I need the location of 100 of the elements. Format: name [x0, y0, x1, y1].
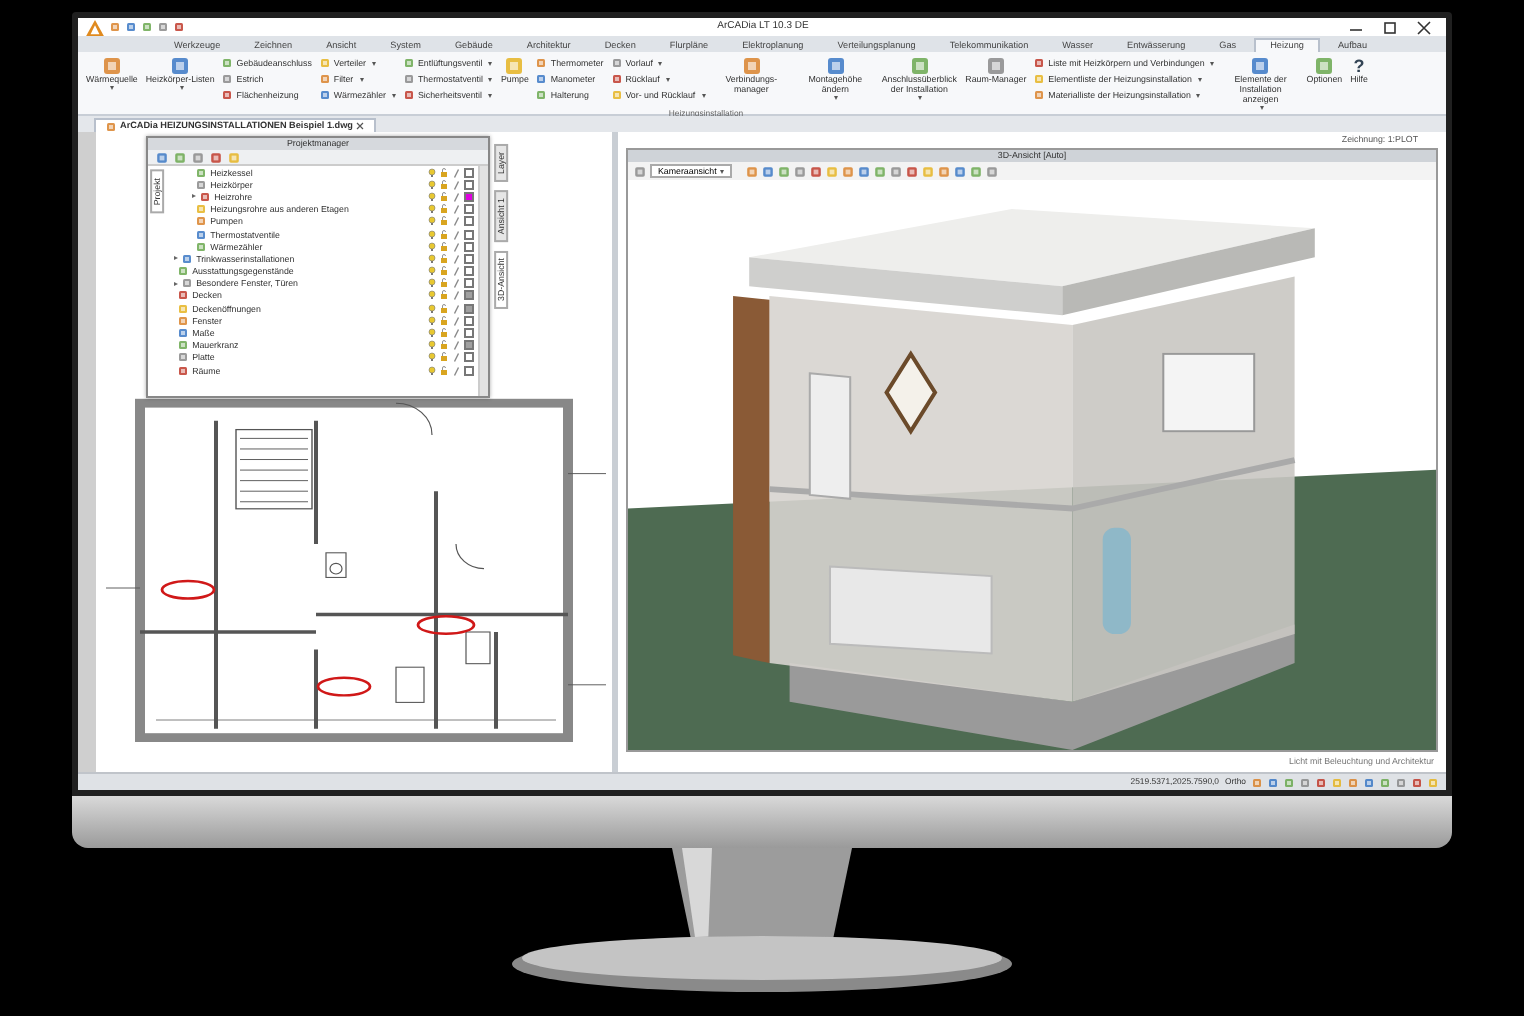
bulb-icon[interactable] — [428, 290, 436, 301]
color-swatch[interactable] — [464, 340, 474, 351]
color-swatch[interactable] — [464, 290, 474, 301]
bulb-icon[interactable] — [428, 229, 436, 240]
tool-icon — [222, 74, 233, 84]
tool-icon — [404, 90, 414, 100]
color-swatch[interactable] — [464, 241, 474, 252]
tool-icon[interactable] — [954, 165, 967, 177]
close-icon[interactable] — [356, 122, 365, 130]
quick-access-icon[interactable] — [142, 22, 152, 32]
color-swatch[interactable] — [464, 216, 474, 227]
status-icon[interactable] — [1316, 777, 1326, 787]
app-logo-icon[interactable] — [86, 19, 104, 35]
lock-icon[interactable] — [440, 352, 448, 363]
lock-icon[interactable] — [440, 340, 448, 351]
tool-icon[interactable] — [986, 165, 999, 177]
bulb-icon[interactable] — [428, 216, 436, 227]
bulb-icon[interactable] — [428, 315, 436, 326]
color-swatch[interactable] — [464, 266, 474, 277]
lock-icon[interactable] — [440, 290, 448, 301]
tool-icon[interactable] — [746, 165, 759, 177]
tool-icon — [611, 58, 622, 68]
tool-icon[interactable] — [778, 165, 791, 177]
color-swatch[interactable] — [464, 303, 474, 314]
scrollbar[interactable] — [478, 166, 488, 396]
bulb-icon[interactable] — [428, 303, 436, 314]
lock-icon[interactable] — [440, 241, 448, 252]
bulb-icon[interactable] — [428, 204, 436, 215]
tool-icon[interactable] — [874, 165, 887, 177]
tool-icon[interactable] — [842, 165, 855, 177]
expand-icon[interactable] — [192, 194, 197, 199]
lock-icon[interactable] — [440, 179, 448, 190]
help-glyph: ? — [1353, 56, 1365, 76]
caret-icon — [359, 77, 364, 81]
status-icon[interactable] — [1364, 777, 1374, 787]
tool-icon[interactable] — [858, 165, 871, 177]
caret-icon — [487, 93, 492, 97]
color-swatch[interactable] — [464, 315, 474, 326]
lock-icon[interactable] — [440, 365, 448, 376]
lock-icon[interactable] — [440, 328, 448, 339]
quick-access-icon[interactable] — [126, 22, 136, 32]
color-swatch[interactable] — [464, 352, 474, 363]
tool-icon[interactable] — [906, 165, 919, 177]
tool-icon[interactable] — [210, 151, 222, 163]
caret-icon — [110, 85, 115, 90]
bulb-icon[interactable] — [428, 328, 436, 339]
bulb-icon[interactable] — [428, 253, 436, 264]
lock-icon[interactable] — [440, 303, 448, 314]
bulb-icon[interactable] — [428, 278, 436, 289]
color-swatch[interactable] — [464, 167, 474, 178]
status-icon[interactable] — [1300, 777, 1310, 787]
color-swatch[interactable] — [464, 328, 474, 339]
tool-icon[interactable] — [192, 151, 204, 163]
tool-icon[interactable] — [762, 165, 775, 177]
lock-icon[interactable] — [440, 278, 448, 289]
lock-icon[interactable] — [440, 315, 448, 326]
tool-icon[interactable] — [794, 165, 807, 177]
color-swatch[interactable] — [464, 204, 474, 215]
status-icon[interactable] — [1348, 777, 1358, 787]
color-swatch[interactable] — [464, 365, 474, 376]
lock-icon[interactable] — [440, 204, 448, 215]
lock-icon[interactable] — [440, 266, 448, 277]
status-icon[interactable] — [1380, 777, 1390, 787]
caret-icon — [1196, 93, 1201, 97]
bulb-icon[interactable] — [428, 266, 436, 277]
color-swatch[interactable] — [464, 179, 474, 190]
bulb-icon[interactable] — [428, 340, 436, 351]
status-icon[interactable] — [1252, 777, 1262, 787]
tool-icon[interactable] — [174, 151, 186, 163]
bulb-icon[interactable] — [428, 352, 436, 363]
bulb-icon[interactable] — [428, 167, 436, 178]
color-swatch[interactable] — [464, 191, 474, 202]
lock-icon[interactable] — [440, 229, 448, 240]
expand-icon[interactable] — [174, 256, 179, 261]
color-swatch[interactable] — [464, 229, 474, 240]
status-icon[interactable] — [1396, 777, 1406, 787]
quick-access-icon[interactable] — [110, 22, 120, 32]
bulb-icon[interactable] — [428, 241, 436, 252]
tool-icon — [536, 74, 547, 84]
camera-icon[interactable] — [634, 165, 646, 177]
color-swatch[interactable] — [464, 278, 474, 289]
lock-icon[interactable] — [440, 216, 448, 227]
tool-icon[interactable] — [890, 165, 903, 177]
tool-icon[interactable] — [938, 165, 951, 177]
status-icon[interactable] — [1284, 777, 1294, 787]
lock-icon[interactable] — [440, 167, 448, 178]
color-swatch[interactable] — [464, 253, 474, 264]
bulb-icon[interactable] — [428, 365, 436, 376]
bulb-icon[interactable] — [428, 179, 436, 190]
tool-icon[interactable] — [810, 165, 823, 177]
bulb-icon[interactable] — [428, 191, 436, 202]
quick-access-icon[interactable] — [174, 22, 184, 32]
lock-icon[interactable] — [440, 191, 448, 202]
lock-icon[interactable] — [440, 253, 448, 264]
status-icon[interactable] — [1268, 777, 1278, 787]
expand-icon[interactable] — [174, 281, 179, 286]
tool-icon[interactable] — [156, 151, 168, 163]
tool-icon[interactable] — [970, 165, 983, 177]
status-icon[interactable] — [1412, 777, 1422, 787]
quick-access-icon[interactable] — [158, 22, 168, 32]
